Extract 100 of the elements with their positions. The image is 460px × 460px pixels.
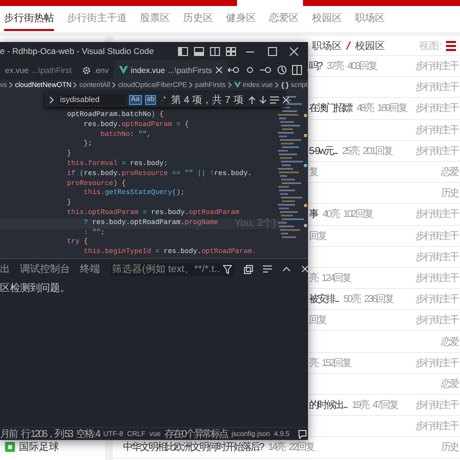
forum-name[interactable]: 步行街主干 bbox=[416, 250, 460, 264]
vue-icon bbox=[118, 66, 128, 74]
problems-message: 区检测到问题。 bbox=[0, 282, 71, 295]
status-item[interactable]: 月前 bbox=[0, 427, 17, 440]
forum-name[interactable]: 恋爱 bbox=[441, 376, 460, 391]
likes-count: 亮 bbox=[309, 356, 318, 370]
likes-count: 19亮 bbox=[352, 398, 368, 412]
nav-tab[interactable]: 步行街热帖 bbox=[4, 7, 54, 31]
post-title[interactable]: 中华文明相比欧洲文明何时开始落后? bbox=[123, 440, 264, 454]
likes-count: 37亮 bbox=[326, 60, 344, 74]
likes-count: 14亮 bbox=[268, 440, 285, 454]
forum-name[interactable]: 步行街主干 bbox=[416, 419, 460, 434]
forum-name[interactable]: 历史 bbox=[441, 186, 460, 200]
nav-tab[interactable]: 步行街主干道 bbox=[67, 7, 127, 31]
replies-count: 201回复 bbox=[362, 144, 392, 158]
chevron-up-icon[interactable] bbox=[282, 264, 291, 274]
nav-tab[interactable]: 历史区 bbox=[183, 7, 213, 31]
forum-name[interactable]: 步行街主干 bbox=[416, 207, 460, 222]
lines-icon[interactable] bbox=[270, 96, 280, 104]
post-title[interactable]: 5-9w元... bbox=[309, 144, 338, 158]
forum-name[interactable]: 恋爱 bbox=[441, 165, 460, 180]
post-title[interactable]: 被安排... bbox=[309, 292, 338, 306]
breadcrumb-link[interactable]: 校园区 bbox=[355, 38, 385, 52]
compare-icon[interactable] bbox=[228, 65, 240, 75]
view-label: 视图: bbox=[419, 40, 442, 52]
nav-tab[interactable]: 股票区 bbox=[140, 7, 170, 31]
breadcrumb-link[interactable]: 职场区 bbox=[312, 38, 342, 52]
arrow-circle-icon[interactable] bbox=[260, 65, 272, 75]
forum-name[interactable]: 步行街主干 bbox=[416, 313, 460, 328]
post-title[interactable]: 事 bbox=[309, 207, 318, 222]
likes-count: 25亮 bbox=[342, 144, 359, 158]
arrow-down-icon[interactable] bbox=[259, 96, 268, 104]
slash-icon bbox=[346, 41, 351, 50]
find-input[interactable]: isydisabled bbox=[58, 94, 126, 105]
post-title[interactable]: 在澳门招嫖 bbox=[309, 101, 352, 116]
close-icon[interactable] bbox=[214, 66, 223, 74]
chevron-icon bbox=[228, 82, 232, 88]
nav-tab[interactable]: 健身区 bbox=[226, 7, 256, 31]
post-title[interactable]: 的时候出... bbox=[309, 398, 347, 412]
window-title: e - Rdhbp-Oca-web - Visual Studio Code bbox=[0, 46, 154, 56]
chevron-icon bbox=[274, 82, 279, 88]
status-item[interactable]: 行 1206，列 53 bbox=[20, 427, 72, 440]
likes-count: 40亮 bbox=[322, 208, 340, 222]
split-editor-icon[interactable] bbox=[292, 65, 302, 75]
feedback-icon[interactable] bbox=[298, 430, 307, 438]
chevron-icon bbox=[112, 82, 116, 88]
chevron-icon[interactable] bbox=[48, 96, 55, 104]
list-icon[interactable] bbox=[263, 264, 272, 274]
replies-count: 47回复 bbox=[372, 399, 398, 412]
forum-name[interactable]: 步行街主干 bbox=[416, 144, 460, 158]
close-icon[interactable] bbox=[301, 265, 308, 273]
replies-count: 236回复 bbox=[364, 293, 394, 306]
forum-name[interactable]: 步行街主干 bbox=[416, 80, 460, 94]
likes-count: 亮 bbox=[309, 272, 318, 285]
vue-icon bbox=[234, 82, 241, 88]
sidebar-item[interactable]: 国际足球 bbox=[19, 440, 59, 454]
forum-name[interactable]: 步行街主干 bbox=[416, 292, 460, 306]
copy-icon[interactable] bbox=[244, 264, 253, 274]
layout-customize-icon[interactable] bbox=[226, 46, 236, 56]
layout-panel-icon[interactable] bbox=[194, 46, 204, 56]
forum-name[interactable]: 恋爱 bbox=[441, 334, 460, 349]
editor-tab[interactable]: .env bbox=[76, 60, 114, 80]
forum-name[interactable]: 步行街主干 bbox=[416, 270, 460, 285]
timeline-icon[interactable] bbox=[276, 65, 287, 75]
gear-icon bbox=[82, 66, 91, 74]
panel-tab[interactable]: 终端 bbox=[80, 262, 100, 276]
nav-tab[interactable]: 校园区 bbox=[312, 7, 342, 31]
category-icon bbox=[5, 442, 15, 452]
replies-count: 回复 bbox=[309, 314, 326, 328]
arrow-up-icon[interactable] bbox=[248, 96, 256, 104]
nav-tab[interactable]: 恋爱区 bbox=[269, 7, 299, 31]
layout-split-icon[interactable] bbox=[210, 46, 220, 56]
forum-name[interactable]: 历史 bbox=[441, 440, 460, 454]
nav-tab[interactable]: 职场区 bbox=[355, 7, 385, 31]
forum-name[interactable]: 步行街主干 bbox=[416, 398, 460, 412]
filter-icon bbox=[223, 264, 232, 274]
replies-count: 22回复 bbox=[288, 441, 314, 454]
chevron-icon bbox=[9, 82, 13, 88]
forum-name[interactable]: 步行街主干 bbox=[416, 356, 460, 370]
forum-name[interactable]: 步行街主干 bbox=[416, 59, 460, 74]
forum-name[interactable]: 步行街主干 bbox=[416, 101, 460, 116]
layout-sidebar-icon[interactable] bbox=[178, 46, 188, 56]
status-item[interactable]: 存在0个异常标点 bbox=[164, 427, 228, 440]
editor-tab[interactable]: index.vue ...\pathFirsts bbox=[114, 60, 228, 80]
panel-tab[interactable]: 调试控制台 bbox=[20, 262, 70, 276]
replies-count: 102回复 bbox=[343, 208, 372, 222]
post-title[interactable]: 吗? bbox=[309, 59, 322, 74]
status-item[interactable]: 空格: 4 bbox=[76, 427, 100, 440]
chevron-icon bbox=[73, 82, 78, 88]
replies-count: 回复 bbox=[309, 230, 326, 243]
editor-tab[interactable]: ex.vue ...\pathFirst bbox=[0, 60, 77, 80]
circle-icon[interactable] bbox=[244, 65, 255, 75]
menu-icon[interactable] bbox=[446, 40, 456, 50]
forum-name[interactable]: 步行街主干 bbox=[416, 122, 460, 137]
panel-tab[interactable]: 出 bbox=[0, 262, 10, 276]
filter-field[interactable]: 筛选器(例如 text、**/*.t... bbox=[110, 262, 234, 276]
close-icon[interactable] bbox=[282, 96, 290, 104]
likes-count: 48亮 bbox=[356, 102, 374, 116]
likes-count: 50亮 bbox=[343, 292, 360, 306]
forum-name[interactable]: 步行街主干 bbox=[416, 228, 460, 243]
